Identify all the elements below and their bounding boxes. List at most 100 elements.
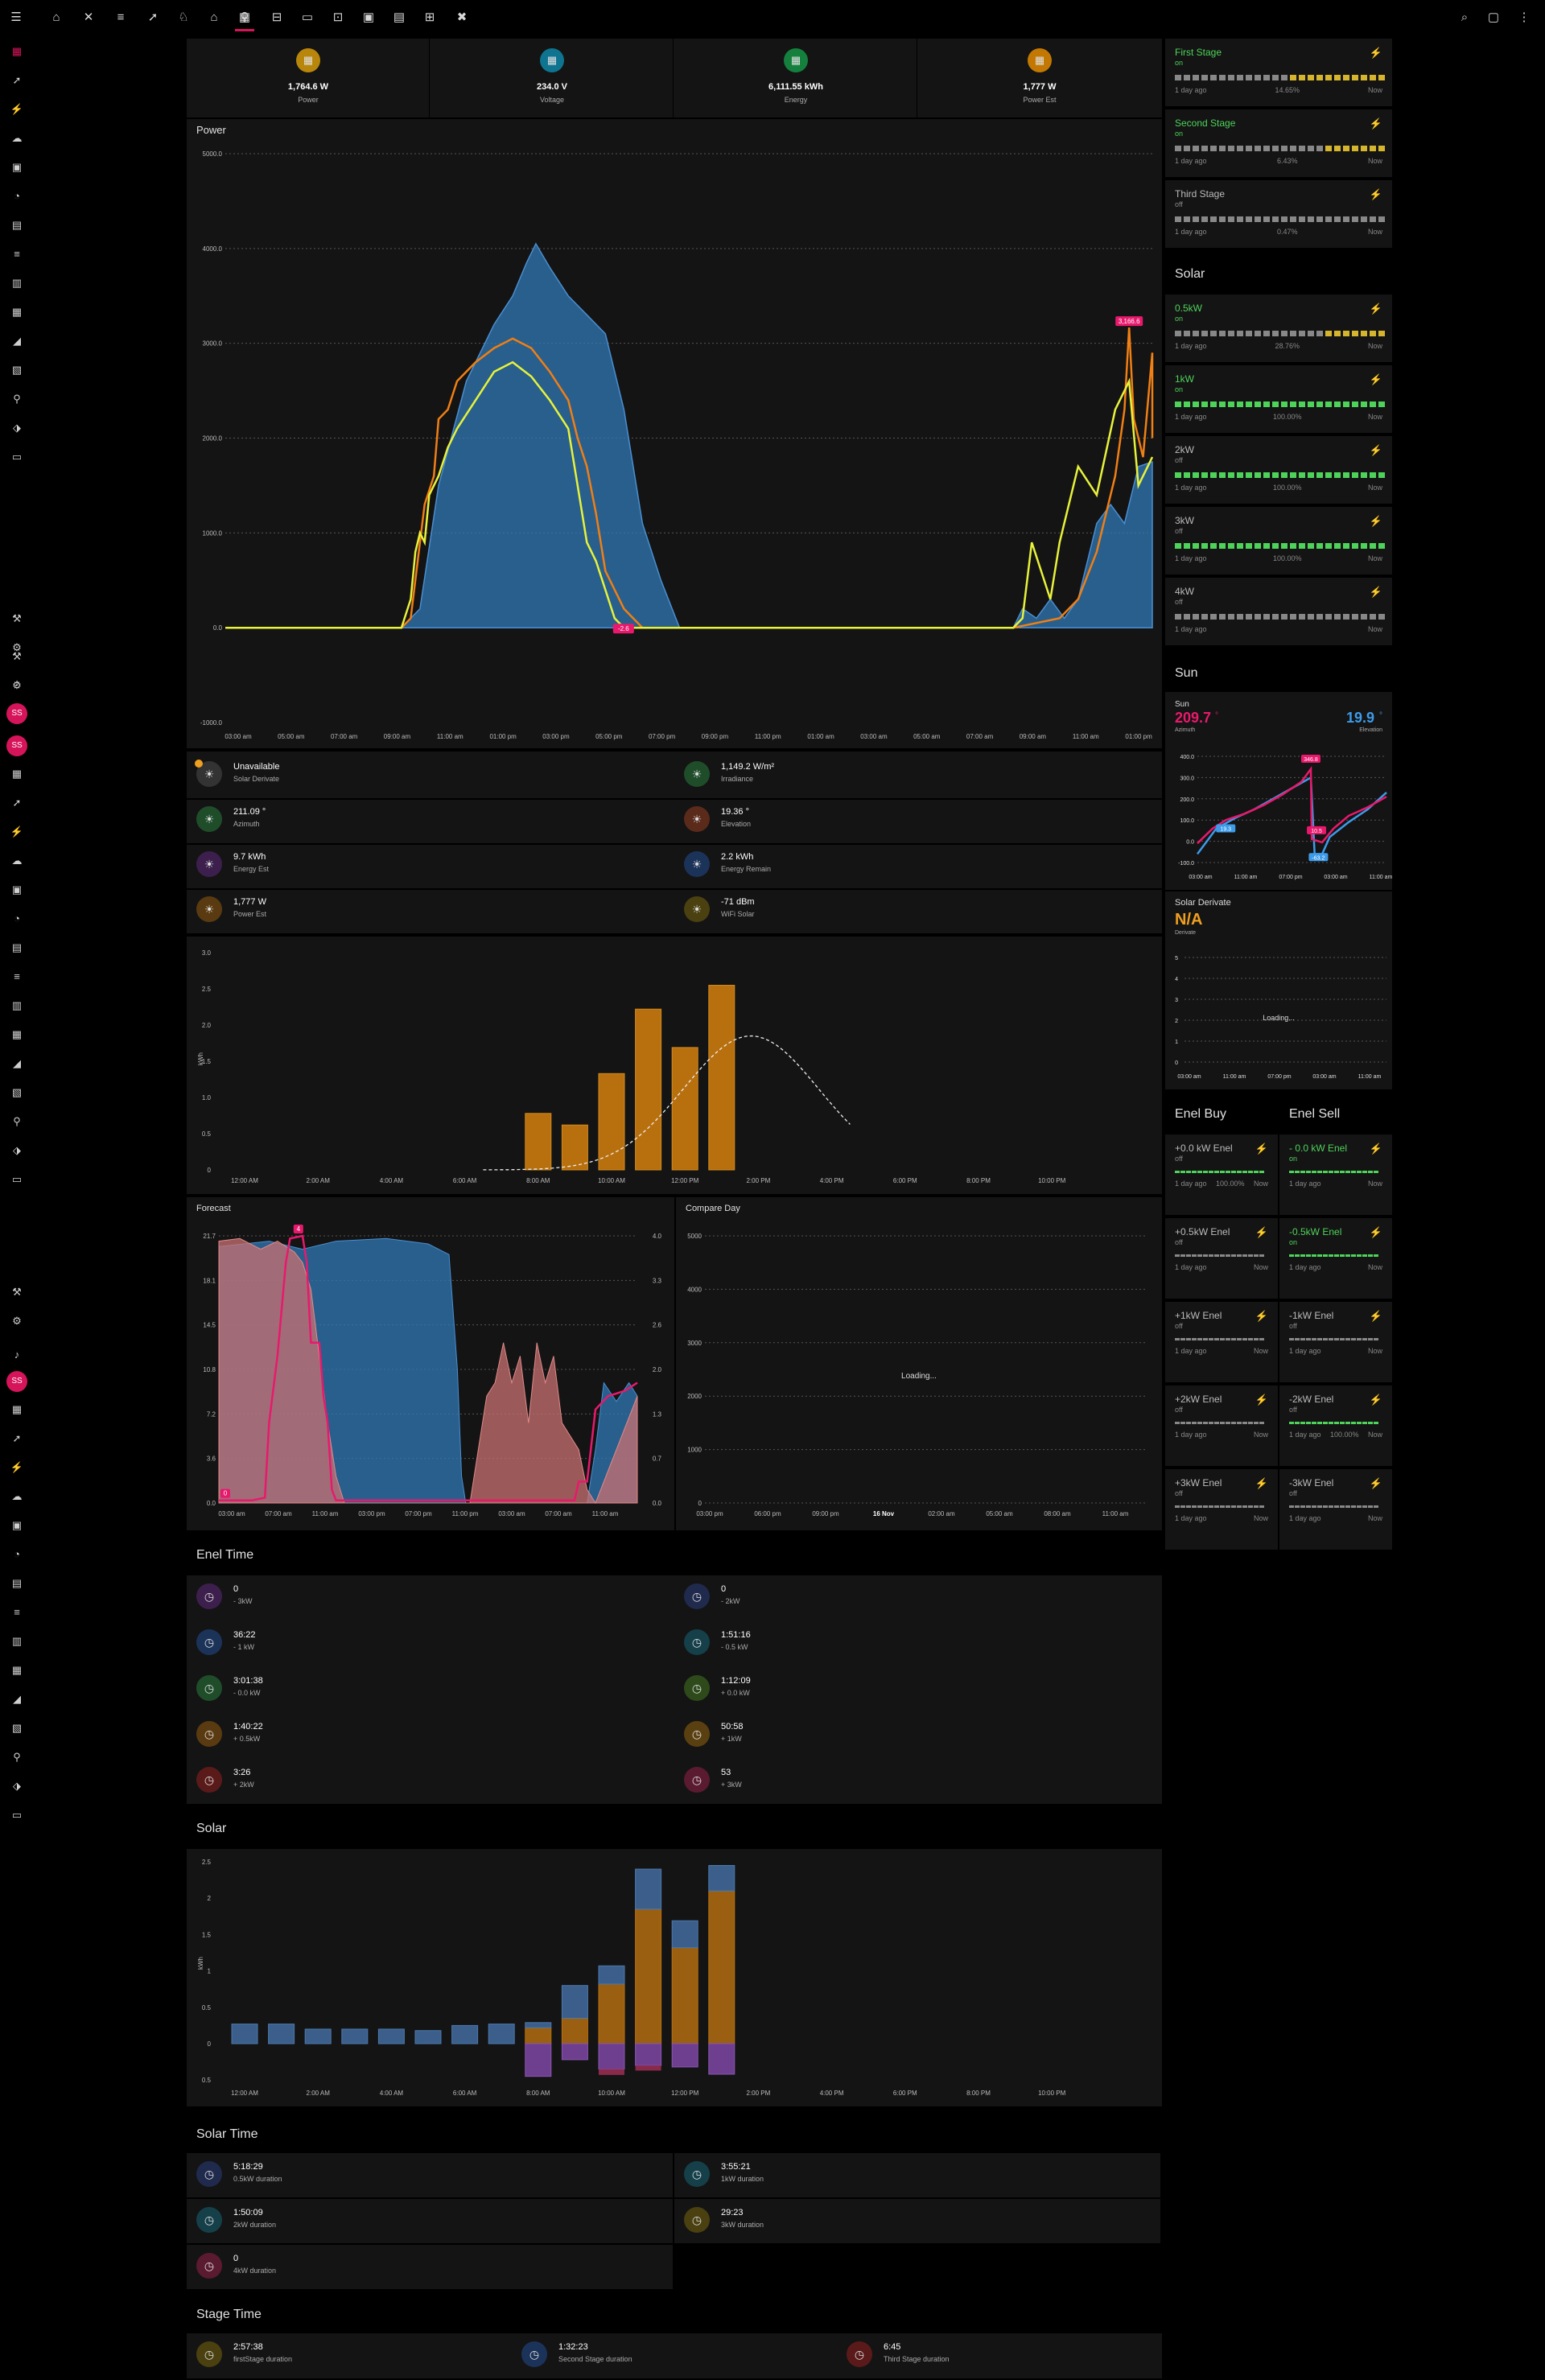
bar[interactable] <box>561 2043 588 2061</box>
bar[interactable] <box>708 985 735 1171</box>
bar[interactable] <box>635 2043 662 2066</box>
document-icon[interactable]: ▤ <box>391 10 407 26</box>
bar[interactable] <box>525 2022 552 2028</box>
cloud-icon[interactable]: ☁ <box>9 1489 25 1505</box>
bar[interactable] <box>231 2024 258 2044</box>
gear-icon[interactable]: ⚙ <box>9 1313 25 1329</box>
chart-icon[interactable]: ▤ <box>9 940 25 956</box>
bar[interactable] <box>525 1113 552 1171</box>
sensor-tile[interactable]: ☀ 19.36 ° Elevation <box>684 806 1159 838</box>
tv-icon[interactable]: ▭ <box>299 10 315 26</box>
solar-panel-icon[interactable]: ▦ <box>9 766 25 782</box>
bar[interactable] <box>599 2069 624 2075</box>
switch-card[interactable]: +0.5kW Enel off ⚡ 1 day ago Now <box>1165 1218 1278 1299</box>
switch-icon[interactable]: ⊡ <box>330 10 346 26</box>
list-icon[interactable]: ≡ <box>113 10 129 26</box>
solar-power-icon[interactable]: ⚡ <box>1370 1310 1382 1323</box>
switch-card[interactable]: 3kW off ⚡ 1 day ago 100.00% Now <box>1165 507 1392 574</box>
media-icon[interactable]: ▧ <box>9 362 25 378</box>
solar-power-icon[interactable]: ⚡ <box>1370 117 1382 130</box>
vscode-icon[interactable]: ⬗ <box>9 1143 25 1159</box>
calendar-icon[interactable]: ▥ <box>9 1633 25 1649</box>
lightning-icon[interactable]: ⚡ <box>9 1460 25 1476</box>
solar-energy-chart[interactable]: 2.5 2 1.5 1 0.5 0 0.5 kWh 12:00 AM 2:00 AM 4:00 AM… <box>187 1849 1162 2106</box>
tile-card[interactable]: ◷ 0 - 2kW <box>674 1575 1160 1620</box>
more-vertical-icon[interactable]: ⋮ <box>1516 10 1532 26</box>
graph-icon[interactable]: ◢ <box>9 1056 25 1072</box>
bar[interactable] <box>414 2030 442 2044</box>
list-icon[interactable]: ≡ <box>9 969 25 985</box>
media-icon[interactable]: ▧ <box>9 1720 25 1736</box>
device-icon[interactable]: ▣ <box>9 1517 25 1534</box>
switch-card[interactable]: 4kW off ⚡ 1 day ago Now <box>1165 578 1392 645</box>
bar[interactable] <box>525 2043 552 2077</box>
switch-card[interactable]: Third Stage off ⚡ 1 day ago 0.47% Now <box>1165 180 1392 248</box>
bar[interactable] <box>268 2024 295 2044</box>
gauge-icon[interactable]: ◔ <box>9 911 25 927</box>
sensor-tile[interactable]: ☀ 9.7 kWh Energy Est <box>196 851 671 883</box>
tile-card[interactable]: ◷ 3:26 + 2kW <box>187 1759 673 1803</box>
network-icon[interactable]: ⚲ <box>9 1114 25 1130</box>
vscode-icon[interactable]: ⬗ <box>9 1778 25 1794</box>
cloud-icon[interactable]: ☁ <box>9 130 25 146</box>
tile-card[interactable]: ◷ 6:45 Third Stage duration <box>837 2333 1160 2377</box>
cloud-icon[interactable]: ☁ <box>9 853 25 869</box>
solar-panel-icon[interactable]: ▦ <box>9 1402 25 1418</box>
gauge-icon[interactable]: ◔ <box>9 188 25 204</box>
device-icon[interactable]: ▣ <box>9 159 25 175</box>
solar-derivate-chart[interactable]: 5 4 3 2 1 0 03:00 am 11:00 am 07:00 pm 03:00 am 11… <box>1165 891 1392 1089</box>
switch-card[interactable]: +0.0 kW Enel off ⚡ 1 day ago 100.00% Now <box>1165 1134 1278 1215</box>
bell-icon[interactable]: ♪ <box>9 1347 25 1363</box>
bar[interactable] <box>598 1983 625 2044</box>
robot-icon[interactable]: ♘ <box>175 10 192 26</box>
tile-card[interactable]: ◷ 53 + 3kW <box>674 1759 1160 1803</box>
header-stat[interactable]: ▦ 6,111.55 kWh Energy <box>674 39 917 117</box>
network-icon[interactable]: ⚲ <box>9 391 25 407</box>
switch-card[interactable]: 1kW on ⚡ 1 day ago 100.00% Now <box>1165 365 1392 433</box>
bar[interactable] <box>377 2028 405 2044</box>
solar-derivate-card[interactable]: Solar Derivate N/A Derivate 5 4 3 2 1 0 03:00 am 1… <box>1165 891 1392 1089</box>
solar-power-icon[interactable]: ⚡ <box>1370 515 1382 528</box>
switch-card[interactable]: -3kW Enel off ⚡ 1 day ago Now <box>1279 1469 1392 1550</box>
switch-card[interactable]: -1kW Enel off ⚡ 1 day ago Now <box>1279 1302 1392 1382</box>
solar-power-icon[interactable]: ⚡ <box>1370 373 1382 386</box>
bar[interactable] <box>598 1965 625 1985</box>
solar-power-icon[interactable]: ⚡ <box>1370 1394 1382 1406</box>
solar-power-icon[interactable]: ⚡ <box>1370 47 1382 60</box>
bar[interactable] <box>598 2043 625 2070</box>
chart-icon[interactable]: ▤ <box>9 1575 25 1591</box>
server-icon[interactable]: ▦ <box>9 1662 25 1678</box>
bar[interactable] <box>671 2043 698 2068</box>
sun-chart[interactable]: 400.0 300.0 200.0 100.0 0.0 -100.0 03:00 am 11:… <box>1165 692 1392 890</box>
tower-icon[interactable]: ✕ <box>80 10 97 26</box>
calendar-icon[interactable]: ▥ <box>9 998 25 1014</box>
tile-card[interactable]: ◷ 1:51:16 - 0.5 kW <box>674 1621 1160 1666</box>
tile-card[interactable]: ◷ 50:58 + 1kW <box>674 1713 1160 1757</box>
tile-card[interactable]: ◷ 0 - 3kW <box>187 1575 673 1620</box>
cast-icon[interactable]: ▣ <box>360 10 377 26</box>
solar-power-icon[interactable]: ⚡ <box>1255 1226 1268 1239</box>
bar[interactable] <box>708 2043 735 2075</box>
switch-card[interactable]: Second Stage on ⚡ 1 day ago 6.43% Now <box>1165 109 1392 177</box>
tile-card[interactable]: ◷ 3:01:38 - 0.0 kW <box>187 1667 673 1711</box>
sensor-tile[interactable]: ☀ 211.09 ° Azimuth <box>196 806 671 838</box>
bar[interactable] <box>635 1008 662 1171</box>
solar-panel-icon[interactable]: ▦ <box>9 43 25 60</box>
bar[interactable] <box>671 1047 698 1171</box>
switch-card[interactable]: First Stage on ⚡ 1 day ago 14.65% Now <box>1165 39 1392 106</box>
terminal-icon[interactable]: ▭ <box>9 449 25 465</box>
list-icon[interactable]: ≡ <box>9 1604 25 1620</box>
lightning-icon[interactable]: ⚡ <box>9 101 25 117</box>
sensor-tile[interactable]: ☀ 2.2 kWh Energy Remain <box>684 851 1159 883</box>
sensor-tile[interactable]: ☀ -71 dBm WiFi Solar <box>684 896 1159 929</box>
sensor-tile[interactable]: ☀ 1,777 W Power Est <box>196 896 671 929</box>
media-icon[interactable]: ▧ <box>9 1085 25 1101</box>
bar[interactable] <box>525 2027 552 2044</box>
calendar-icon[interactable]: ▥ <box>9 275 25 291</box>
solar-power-icon[interactable]: ⚡ <box>1370 1226 1382 1239</box>
solar-power-icon[interactable]: ⚡ <box>1255 1394 1268 1406</box>
solar-power-icon[interactable]: ⚡ <box>1370 586 1382 599</box>
home-icon[interactable]: ⌂ <box>48 10 64 26</box>
switch-card[interactable]: +3kW Enel off ⚡ 1 day ago Now <box>1165 1469 1278 1550</box>
solar-power-icon[interactable]: ⚡ <box>1255 1477 1268 1490</box>
